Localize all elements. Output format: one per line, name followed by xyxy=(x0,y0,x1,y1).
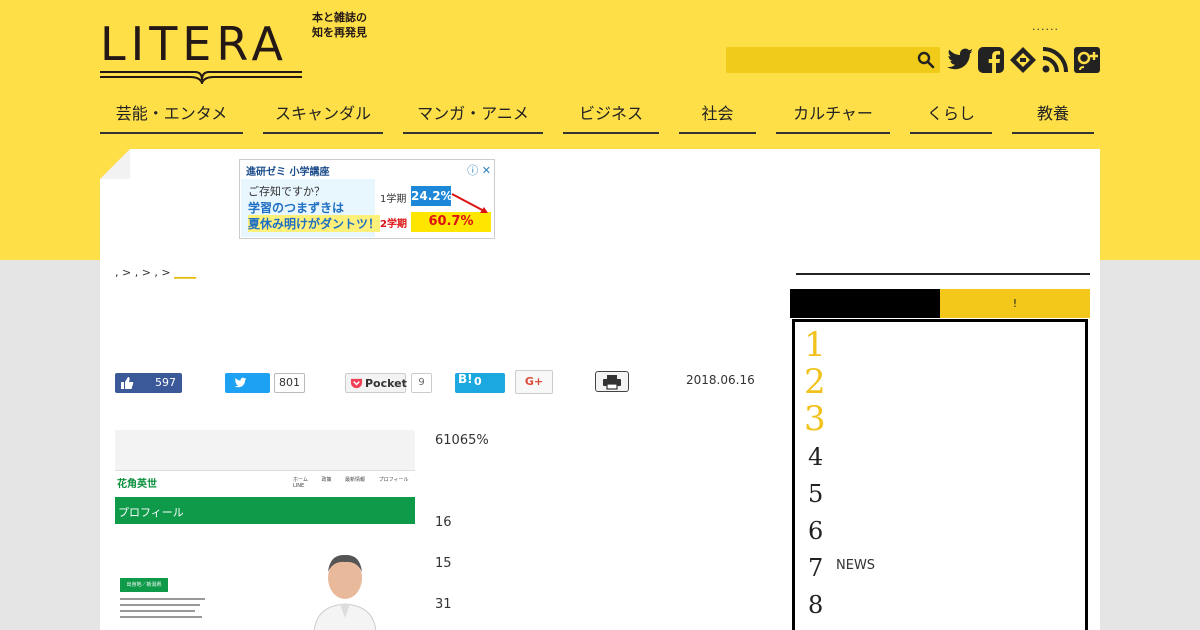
article-paragraph: 31 xyxy=(435,597,452,612)
rss-icon[interactable] xyxy=(1040,45,1070,75)
image-site-menu: ホーム 政策 最新情報 プロフィール LINE xyxy=(293,477,409,489)
nav-item-society[interactable]: 社会 xyxy=(679,100,756,134)
pocket-icon xyxy=(350,378,363,389)
rank-title[interactable]: NEWS xyxy=(836,558,875,573)
twitter-bird-icon xyxy=(234,377,247,388)
rank-number: 5 xyxy=(808,480,824,508)
ad-banner[interactable]: 進研ゼミ 小学講座 ⓘ ✕ ご存知ですか？ 学習のつまずきは 夏休み明けがダント… xyxy=(239,159,495,239)
ad-line-2: 学習のつまずきは xyxy=(248,201,345,215)
logo-tagline: 本と雑誌の 知を再発見 xyxy=(312,10,382,40)
ad-term-2: 2学期 xyxy=(380,219,407,230)
ranking-list xyxy=(792,319,1088,630)
search-icon[interactable] xyxy=(917,51,935,69)
rank-number: 7 xyxy=(808,554,824,582)
rank-number: 1 xyxy=(804,325,826,365)
rank-number: 2 xyxy=(804,362,826,402)
facebook-like-button[interactable]: 597 xyxy=(115,373,182,393)
rank-number: 4 xyxy=(808,443,824,471)
article-paragraph: 16 xyxy=(435,515,452,530)
page-fold-shadow xyxy=(100,149,130,179)
image-band-title: プロフィール xyxy=(118,506,184,519)
ad-value-1: 24.2% xyxy=(411,186,453,206)
pocket-label: Pocket xyxy=(365,377,407,390)
article-date: 2018.06.16 xyxy=(686,373,755,387)
tab-ranking-active[interactable] xyxy=(790,289,940,318)
sidebar-divider xyxy=(796,273,1090,275)
twitter-icon[interactable] xyxy=(945,45,975,75)
image-site-logo: 花角英世 xyxy=(117,479,157,490)
logo-tagline-line-2: 知を再発見 xyxy=(312,26,367,39)
search-input[interactable] xyxy=(726,47,940,73)
printer-icon xyxy=(603,375,621,390)
image-text-lines xyxy=(120,598,210,622)
print-button[interactable] xyxy=(595,371,629,392)
ad-header: 進研ゼミ 小学講座 xyxy=(246,167,330,178)
site-logo[interactable]: LITERA 本と雑誌の 知を再発見 xyxy=(100,11,375,86)
ad-line-3: 夏休み明けがダントツ！ xyxy=(248,215,381,232)
nav-item-business[interactable]: ビジネス xyxy=(563,100,659,134)
book-icon xyxy=(100,71,302,84)
arrow-icon xyxy=(451,193,488,213)
thumbs-up-icon xyxy=(121,377,134,389)
twitter-count: 801 xyxy=(274,373,305,393)
article-paragraph: 61065% xyxy=(435,433,489,448)
pocket-count: 9 xyxy=(411,373,432,393)
hatena-count: 0 xyxy=(474,375,482,388)
twitter-share-button[interactable] xyxy=(225,373,270,393)
ad-close-icon[interactable]: ⓘ ✕ xyxy=(467,162,491,178)
image-label: 出身地／新潟県 xyxy=(120,578,168,592)
breadcrumb-path[interactable]: , > , > , > xyxy=(115,266,171,279)
image-padding xyxy=(115,430,415,470)
logo-wordmark: LITERA xyxy=(100,17,288,71)
pocket-button[interactable]: Pocket xyxy=(345,373,407,393)
google-plus-share-button[interactable]: G+ xyxy=(515,370,553,394)
breadcrumb: , > , > , > ____ xyxy=(115,266,196,279)
ad-line-1: ご存知ですか？ xyxy=(248,185,325,198)
logo-tagline-line-1: 本と雑誌の xyxy=(312,11,367,24)
person-photo xyxy=(313,554,377,630)
hatena-label: B! xyxy=(458,372,473,386)
feedly-icon[interactable] xyxy=(1008,45,1038,75)
nav-item-life[interactable]: くらし xyxy=(910,100,992,134)
nav-item-manga-anime[interactable]: マンガ・アニメ xyxy=(403,100,543,134)
ad-term-1: 1学期 xyxy=(380,194,407,205)
tab-ranking-other[interactable]: ! xyxy=(940,289,1090,318)
article-paragraph: 15 xyxy=(435,556,452,571)
article-image: 花角英世 ホーム 政策 最新情報 プロフィール LINE プロフィール 出身地／… xyxy=(115,430,415,630)
hatena-bookmark-button[interactable]: B! 0 xyxy=(455,372,505,393)
breadcrumb-current[interactable]: ____ xyxy=(174,266,196,279)
rank-number: 8 xyxy=(808,591,824,619)
nav-item-culture[interactable]: カルチャー xyxy=(776,100,890,134)
header-dots: ...... xyxy=(1032,20,1059,33)
google-plus-icon[interactable] xyxy=(1072,45,1102,75)
facebook-count: 597 xyxy=(155,376,176,389)
nav-item-education[interactable]: 教養 xyxy=(1012,100,1094,134)
rank-number: 6 xyxy=(808,517,824,545)
facebook-icon[interactable] xyxy=(976,45,1006,75)
nav-item-entertainment[interactable]: 芸能・エンタメ xyxy=(100,100,243,134)
rank-number: 3 xyxy=(804,399,826,439)
nav-item-scandal[interactable]: スキャンダル xyxy=(263,100,383,134)
